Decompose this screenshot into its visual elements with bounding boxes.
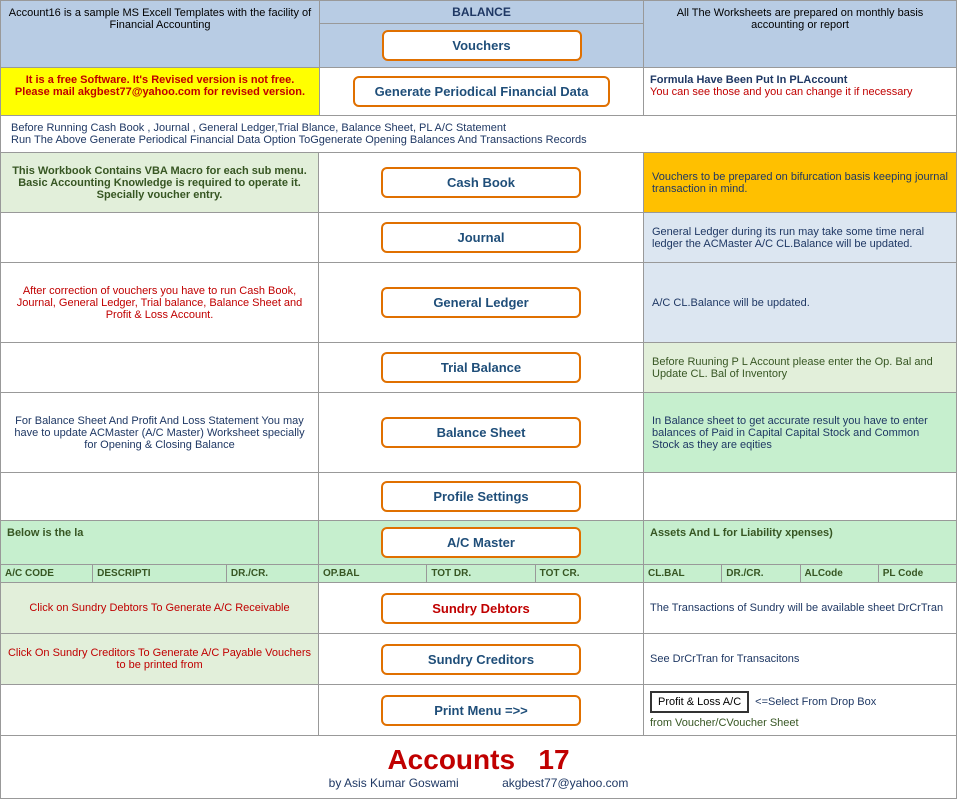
cashbook-btn-container: Cash Book	[319, 153, 643, 213]
balance-sheet-button[interactable]: Balance Sheet	[381, 417, 581, 448]
info-right-title: Formula Have Been Put In PLAccount	[650, 74, 950, 86]
balance-sheet-right-text: In Balance sheet to get accurate result …	[644, 393, 956, 473]
trial-balance-left-empty	[1, 343, 318, 393]
footer-number: 17	[538, 744, 569, 775]
master-intro-right: Assets And L for Liability xpenses)	[644, 521, 956, 564]
profit-loss-input[interactable]: Profit & Loss A/C	[650, 691, 749, 713]
journal-button[interactable]: Journal	[381, 222, 581, 253]
master-intro-row: Below is the la A/C Master Assets And L …	[0, 521, 957, 565]
generate-button[interactable]: Generate Periodical Financial Data	[353, 76, 611, 107]
from-voucher-text: from Voucher/CVoucher Sheet	[650, 717, 950, 729]
sundry-debtors-button[interactable]: Sundry Debtors	[381, 593, 581, 624]
header-row: Account16 is a sample MS Excell Template…	[0, 0, 957, 68]
master-headers-left: A/C CODE DESCRIPTI DR./CR.	[1, 565, 319, 582]
profile-settings-button[interactable]: Profile Settings	[381, 481, 581, 512]
profile-settings-left-empty	[1, 473, 318, 518]
info-right: Formula Have Been Put In PLAccount You c…	[644, 68, 956, 115]
master-headers-center: OP.BAL TOT DR. TOT CR.	[319, 565, 644, 582]
master-intro-left: Below is the la	[1, 521, 319, 564]
sundry-creditors-left-text: Click On Sundry Creditors To Generate A/…	[1, 634, 319, 684]
left-col: This Workbook Contains VBA Macro for eac…	[1, 153, 319, 520]
acmaster-btn-container: A/C Master	[319, 521, 644, 564]
header-tot-cr: TOT CR.	[536, 565, 643, 582]
header-ac-code: A/C CODE	[1, 565, 93, 582]
journal-left-empty	[1, 213, 318, 263]
footer-title-row: Accounts 17	[9, 744, 948, 776]
print-menu-button[interactable]: Print Menu =>>	[381, 695, 581, 726]
print-menu-btn-container: Print Menu =>>	[319, 685, 644, 735]
content-area: This Workbook Contains VBA Macro for eac…	[0, 153, 957, 521]
info-right-text: You can see those and you can change it …	[650, 86, 950, 98]
right-info-col: Vouchers to be prepared on bifurcation b…	[644, 153, 956, 520]
footer-author: by Asis Kumar Goswami	[329, 776, 459, 790]
header-dr-cr2: DR./CR.	[722, 565, 800, 582]
master-headers-right: CL.BAL DR./CR. ALCode PL Code	[644, 565, 956, 582]
sundry-debtors-right-text: The Transactions of Sundry will be avail…	[644, 583, 956, 633]
header-cl-bal: CL.BAL	[644, 565, 722, 582]
info-center: Generate Periodical Financial Data	[319, 68, 644, 115]
sundry-creditors-btn-container: Sundry Creditors	[319, 634, 644, 684]
footer-author-row: by Asis Kumar Goswami akgbest77@yahoo.co…	[9, 776, 948, 790]
info-row: It is a free Software. It's Revised vers…	[0, 68, 957, 116]
sundry-creditors-row: Click On Sundry Creditors To Generate A/…	[0, 634, 957, 685]
profit-loss-container: Profit & Loss A/C <=Select From Drop Box	[650, 691, 950, 713]
general-ledger-left-text: After correction of vouchers you have to…	[1, 263, 318, 343]
sundry-creditors-button[interactable]: Sundry Creditors	[381, 644, 581, 675]
header-left-text: Account16 is a sample MS Excell Template…	[1, 1, 319, 67]
cashbook-right-text: Vouchers to be prepared on bifurcation b…	[644, 153, 956, 213]
instruction-line2: Run The Above Generate Periodical Financ…	[11, 134, 946, 146]
center-buttons-col: Cash Book Journal General Ledger Trial B…	[319, 153, 644, 520]
instruction-line1: Before Running Cash Book , Journal , Gen…	[11, 122, 946, 134]
general-ledger-button[interactable]: General Ledger	[381, 287, 581, 318]
sundry-debtors-row: Click on Sundry Debtors To Generate A/C …	[0, 583, 957, 634]
sundry-creditors-right-text: See DrCrTran for Transacitons	[644, 634, 956, 684]
generate-btn-container: Generate Periodical Financial Data	[320, 68, 643, 115]
header-op-bal: OP.BAL	[319, 565, 427, 582]
acmaster-button[interactable]: A/C Master	[381, 527, 581, 558]
profile-settings-btn-container: Profile Settings	[319, 473, 643, 520]
journal-right-text: General Ledger during its run may take s…	[644, 213, 956, 263]
general-ledger-btn-container: General Ledger	[319, 263, 643, 343]
general-ledger-right-text: A/C CL.Balance will be updated.	[644, 263, 956, 343]
header-center: BALANCE Vouchers	[319, 1, 644, 67]
select-hint-text: <=Select From Drop Box	[755, 696, 876, 708]
vouchers-btn-container: Vouchers	[320, 24, 643, 67]
profile-settings-right-empty	[644, 473, 956, 518]
footer: Accounts 17 by Asis Kumar Goswami akgbes…	[0, 736, 957, 799]
header-pl-code: PL Code	[879, 565, 956, 582]
balance-label: BALANCE	[320, 1, 643, 24]
header-dr-cr: DR./CR.	[227, 565, 318, 582]
trial-balance-right-text: Before Ruuning P L Account please enter …	[644, 343, 956, 393]
print-menu-right: Profit & Loss A/C <=Select From Drop Box…	[644, 685, 956, 735]
header-alcode: ALCode	[801, 565, 879, 582]
trial-balance-btn-container: Trial Balance	[319, 343, 643, 393]
info-left-text: It is a free Software. It's Revised vers…	[1, 68, 319, 115]
header-tot-dr: TOT DR.	[427, 565, 535, 582]
trial-balance-button[interactable]: Trial Balance	[381, 352, 581, 383]
journal-btn-container: Journal	[319, 213, 643, 263]
sundry-debtors-left-text: Click on Sundry Debtors To Generate A/C …	[1, 583, 319, 633]
balance-sheet-left-text: For Balance Sheet And Profit And Loss St…	[1, 393, 318, 473]
vouchers-button[interactable]: Vouchers	[382, 30, 582, 61]
master-headers-row: A/C CODE DESCRIPTI DR./CR. OP.BAL TOT DR…	[0, 565, 957, 583]
balance-sheet-btn-container: Balance Sheet	[319, 393, 643, 473]
cashbook-button[interactable]: Cash Book	[381, 167, 581, 198]
footer-accounts-label: Accounts	[387, 744, 515, 775]
footer-email: akgbest77@yahoo.com	[502, 776, 628, 790]
sundry-debtors-btn-container: Sundry Debtors	[319, 583, 644, 633]
header-right-text: All The Worksheets are prepared on month…	[644, 1, 956, 67]
header-descripti: DESCRIPTI	[93, 565, 227, 582]
cashbook-left-text: This Workbook Contains VBA Macro for eac…	[1, 153, 318, 213]
instructions-row: Before Running Cash Book , Journal , Gen…	[0, 116, 957, 153]
main-container: Account16 is a sample MS Excell Template…	[0, 0, 957, 799]
print-menu-left-empty	[1, 685, 319, 735]
print-menu-row: Print Menu =>> Profit & Loss A/C <=Selec…	[0, 685, 957, 736]
